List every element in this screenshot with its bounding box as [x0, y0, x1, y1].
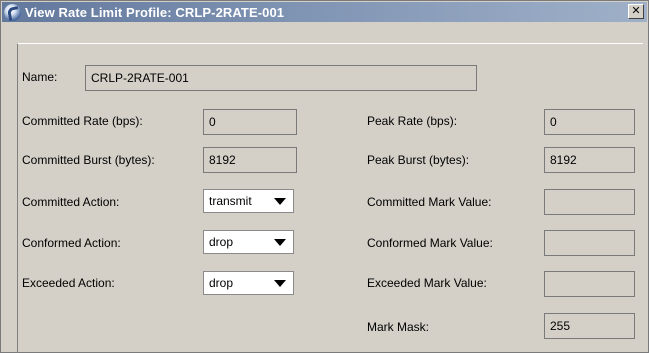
conformed-mark-value-label: Conformed Mark Value:: [367, 236, 493, 250]
dialog-body: Name: CRLP-2RATE-001 Committed Rate (bps…: [9, 23, 644, 353]
committed-action-value: transmit: [209, 194, 252, 208]
committed-action-label: Committed Action:: [22, 195, 120, 209]
conformed-mark-value-field[interactable]: [544, 230, 635, 256]
name-label: Name:: [22, 70, 58, 84]
chevron-down-icon[interactable]: [274, 198, 286, 205]
committed-action-select[interactable]: transmit: [203, 189, 294, 213]
view-rate-limit-profile-window: View Rate Limit Profile: CRLP-2RATE-001 …: [0, 0, 649, 353]
peak-rate-label: Peak Rate (bps):: [367, 114, 458, 128]
chevron-down-icon[interactable]: [274, 239, 286, 246]
chevron-down-icon[interactable]: [274, 280, 286, 287]
committed-rate-field[interactable]: 0: [203, 109, 297, 135]
committed-mark-value-label: Committed Mark Value:: [367, 195, 492, 209]
peak-burst-label: Peak Burst (bytes):: [367, 153, 470, 167]
mark-mask-label: Mark Mask:: [367, 320, 430, 334]
conformed-action-label: Conformed Action:: [22, 236, 121, 250]
exceeded-mark-value-field[interactable]: [544, 271, 635, 297]
mark-mask-field[interactable]: 255: [544, 313, 635, 339]
committed-burst-field[interactable]: 8192: [203, 147, 297, 173]
name-field[interactable]: CRLP-2RATE-001: [85, 65, 477, 91]
conformed-action-value: drop: [209, 235, 234, 249]
committed-rate-label: Committed Rate (bps):: [22, 114, 143, 128]
close-button[interactable]: ✕: [628, 4, 644, 19]
exceeded-action-value: drop: [209, 276, 234, 290]
globe-icon: [4, 3, 21, 21]
title-bar[interactable]: View Rate Limit Profile: CRLP-2RATE-001 …: [2, 2, 647, 22]
exceeded-action-select[interactable]: drop: [203, 271, 294, 295]
peak-burst-field[interactable]: 8192: [544, 147, 635, 173]
committed-mark-value-field[interactable]: [544, 189, 635, 215]
conformed-action-select[interactable]: drop: [203, 230, 294, 254]
exceeded-mark-value-label: Exceeded Mark Value:: [367, 276, 487, 290]
exceeded-action-label: Exceeded Action:: [22, 276, 115, 290]
committed-burst-label: Committed Burst (bytes):: [22, 153, 155, 167]
peak-rate-field[interactable]: 0: [544, 109, 635, 135]
close-icon: ✕: [631, 5, 641, 17]
window-title: View Rate Limit Profile: CRLP-2RATE-001: [25, 4, 285, 20]
